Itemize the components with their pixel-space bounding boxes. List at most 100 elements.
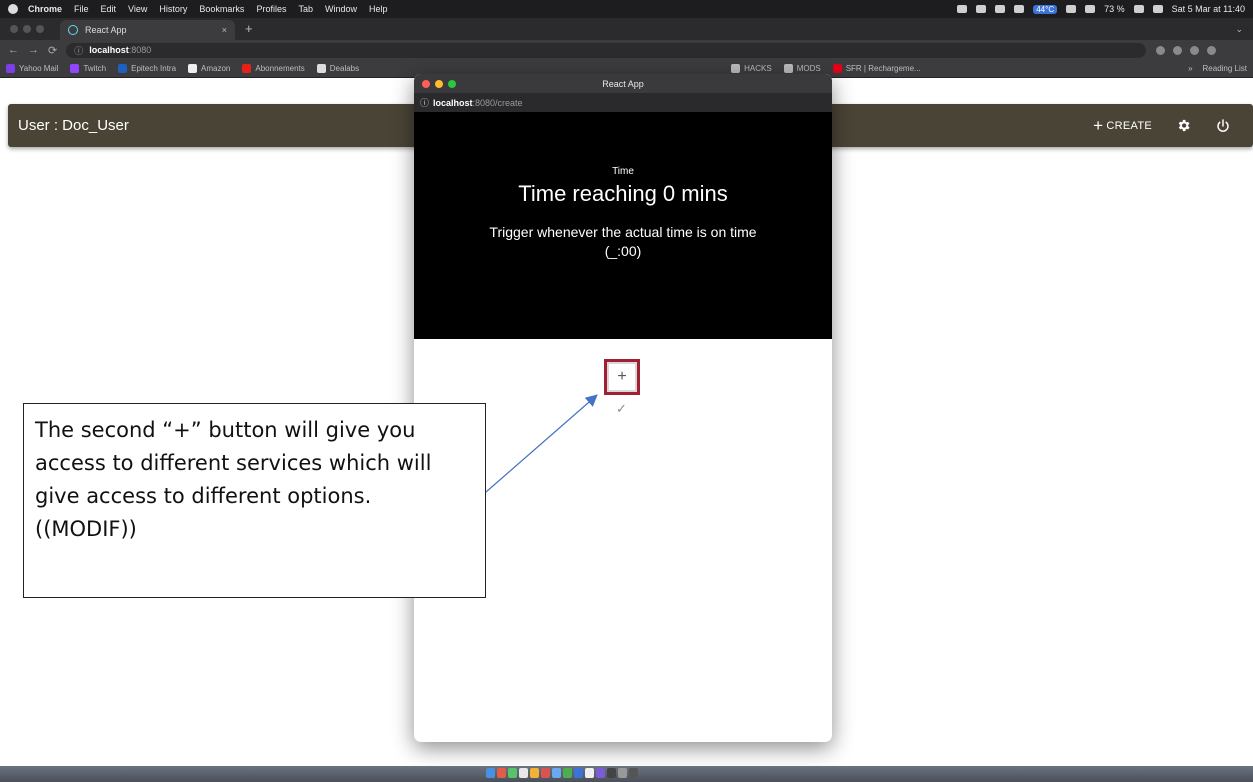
- bookmark-label: Dealabs: [329, 64, 360, 73]
- bookmark-label: Amazon: [201, 64, 231, 73]
- add-service-button[interactable]: +: [604, 359, 640, 395]
- twitch-icon: [70, 64, 80, 73]
- messages-icon[interactable]: [508, 768, 517, 778]
- menu-profiles[interactable]: Profiles: [256, 4, 286, 14]
- sfr-icon: [832, 64, 842, 73]
- notes-icon[interactable]: [530, 768, 539, 778]
- macos-menubar: Chrome File Edit View History Bookmarks …: [0, 0, 1253, 18]
- location-icon[interactable]: [957, 5, 968, 13]
- bookmark-amazon[interactable]: Amazon: [188, 64, 230, 73]
- wifi-icon[interactable]: [1133, 5, 1144, 13]
- menubar-status-area: 44°C 73 % Sat 5 Mar at 11:40: [957, 4, 1245, 14]
- bookmark-abonnements[interactable]: Abonnements: [242, 64, 305, 73]
- minimize-window-icon[interactable]: [23, 25, 31, 33]
- bookmark-epitech-intra[interactable]: Epitech Intra: [118, 64, 176, 73]
- finder-icon[interactable]: [486, 768, 495, 778]
- bookmark-folder-hacks[interactable]: HACKS: [731, 64, 772, 73]
- popup-close-icon[interactable]: [422, 79, 430, 88]
- folder-icon: [783, 64, 793, 73]
- screenshot-root: Chrome File Edit View History Bookmarks …: [0, 0, 1253, 782]
- address-port: :8080: [128, 45, 152, 55]
- popup-zoom-icon[interactable]: [448, 79, 456, 88]
- menu-history[interactable]: History: [159, 4, 187, 14]
- power-icon[interactable]: [1215, 118, 1231, 134]
- tab-title: React App: [85, 25, 127, 35]
- annotation-callout: The second “+” button will give you acce…: [23, 403, 486, 598]
- bookmark-label: SFR | Rechargeme...: [845, 64, 921, 73]
- menu-app-name[interactable]: Chrome: [28, 4, 62, 14]
- bluetooth-icon[interactable]: [1085, 5, 1096, 13]
- current-user-label: User : Doc_User: [18, 117, 129, 134]
- forward-arrow-icon[interactable]: →: [28, 44, 39, 56]
- menu-file[interactable]: File: [74, 4, 89, 14]
- share-icon[interactable]: [1156, 45, 1166, 55]
- folder-icon: [731, 64, 741, 73]
- menu-view[interactable]: View: [128, 4, 147, 14]
- more-bookmarks-button[interactable]: »: [1188, 64, 1192, 73]
- menu-bookmarks[interactable]: Bookmarks: [199, 4, 244, 14]
- profile-avatar-icon[interactable]: [1207, 45, 1217, 55]
- apple-icon[interactable]: [8, 4, 18, 14]
- temperature-status[interactable]: 44°C: [1033, 4, 1058, 14]
- tab-close-icon[interactable]: ×: [222, 25, 227, 35]
- check-icon[interactable]: ✓: [616, 401, 627, 417]
- trigger-card: Time Time reaching 0 mins Trigger whenev…: [414, 112, 832, 339]
- zoom-window-icon[interactable]: [36, 25, 44, 33]
- menu-help[interactable]: Help: [369, 4, 388, 14]
- chrome-icon[interactable]: [585, 768, 594, 778]
- gear-icon[interactable]: [1176, 118, 1191, 133]
- mail-icon[interactable]: [995, 5, 1006, 13]
- youtube-icon: [242, 64, 252, 73]
- menu-window[interactable]: Window: [325, 4, 357, 14]
- create-button[interactable]: + CREATE: [1093, 116, 1152, 136]
- dropbox-icon[interactable]: [976, 5, 987, 13]
- bookmark-star-icon[interactable]: [1173, 45, 1183, 55]
- tab-react-app[interactable]: React App ×: [60, 20, 235, 40]
- trash-icon[interactable]: [629, 768, 638, 778]
- cloud-icon[interactable]: [1014, 5, 1025, 13]
- clock[interactable]: Sat 5 Mar at 11:40: [1172, 4, 1245, 14]
- menu-tab[interactable]: Tab: [298, 4, 313, 14]
- bookmark-dealabs[interactable]: Dealabs: [316, 64, 360, 73]
- bookmark-yahoo-mail[interactable]: Yahoo Mail: [6, 64, 58, 73]
- settings-icon[interactable]: [618, 768, 627, 778]
- reload-icon[interactable]: ⟳: [48, 44, 57, 57]
- site-info-icon[interactable]: ⓘ: [420, 96, 429, 109]
- spotlight-icon[interactable]: [1152, 5, 1163, 13]
- appstore-icon[interactable]: [552, 768, 561, 778]
- dealabs-icon: [316, 64, 326, 73]
- bookmark-label: Epitech Intra: [131, 64, 177, 73]
- epitech-icon: [118, 64, 128, 73]
- create-label: CREATE: [1106, 119, 1152, 132]
- spotify-icon[interactable]: [563, 768, 572, 778]
- vscode-icon[interactable]: [574, 768, 583, 778]
- bookmark-label: HACKS: [744, 64, 772, 73]
- reading-list-button[interactable]: Reading List: [1203, 64, 1247, 73]
- calendar-icon[interactable]: [541, 768, 550, 778]
- site-info-icon[interactable]: ⓘ: [74, 44, 83, 57]
- launchpad-icon[interactable]: [497, 768, 506, 778]
- discord-icon[interactable]: [596, 768, 605, 778]
- popup-minimize-icon[interactable]: [435, 79, 443, 88]
- bookmark-label: Abonnements: [255, 64, 305, 73]
- address-bar[interactable]: ⓘ localhost :8080: [66, 42, 1147, 58]
- bookmark-sfr[interactable]: SFR | Rechargeme...: [832, 64, 921, 73]
- battery-status[interactable]: 73 %: [1104, 4, 1125, 14]
- close-window-icon[interactable]: [10, 25, 18, 33]
- terminal-icon[interactable]: [607, 768, 616, 778]
- extension-icon[interactable]: [1190, 45, 1200, 55]
- bookmark-twitch[interactable]: Twitch: [70, 64, 106, 73]
- dock: [486, 768, 638, 780]
- tab-search-chevron-icon[interactable]: ⌄: [1235, 24, 1243, 35]
- new-tab-button[interactable]: +: [245, 21, 253, 36]
- bookmarks-right: » Reading List: [1188, 64, 1247, 73]
- back-arrow-icon[interactable]: ←: [8, 44, 19, 56]
- mail-icon[interactable]: [519, 768, 528, 778]
- trigger-category: Time: [612, 166, 634, 177]
- menu-edit[interactable]: Edit: [101, 4, 117, 14]
- bookmark-folder-mods[interactable]: MODS: [783, 64, 821, 73]
- trigger-title: Time reaching 0 mins: [518, 181, 728, 206]
- diamond-icon[interactable]: [1066, 5, 1077, 13]
- plus-icon: +: [1093, 115, 1104, 135]
- yahoo-icon: [6, 64, 15, 73]
